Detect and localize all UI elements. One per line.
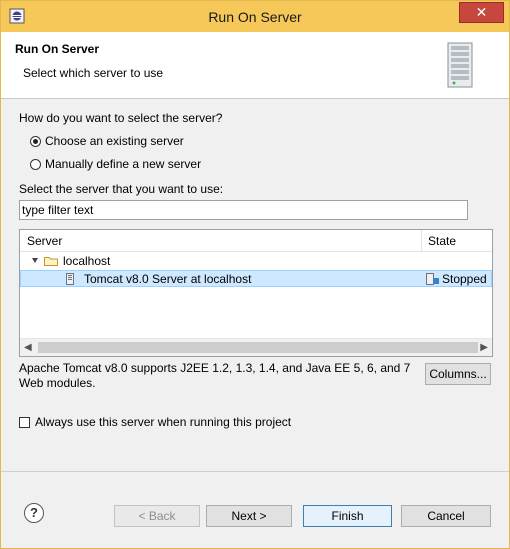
button-bar-divider: [1, 471, 509, 472]
wizard-header: Run On Server Select which server to use: [1, 32, 509, 99]
tree-row-localhost[interactable]: localhost: [20, 253, 492, 270]
tree-row-tomcat[interactable]: Tomcat v8.0 Server at localhost Stopped: [20, 270, 492, 287]
radio-choose-existing[interactable]: Choose an existing server: [30, 134, 184, 148]
server-description: Apache Tomcat v8.0 supports J2EE 1.2, 1.…: [19, 361, 411, 390]
back-button[interactable]: < Back: [114, 505, 200, 527]
title-bar[interactable]: Run On Server ✕: [1, 1, 509, 32]
radio-unselected-icon: [30, 158, 41, 170]
scroll-thumb[interactable]: [38, 342, 478, 353]
window-title: Run On Server: [208, 9, 302, 25]
page-subtitle: Select which server to use: [23, 66, 164, 80]
server-tower-icon: [447, 42, 473, 88]
folder-icon: [44, 257, 58, 266]
radio-existing-label: Choose an existing server: [45, 134, 184, 148]
wizard-body: How do you want to select the server? Ch…: [1, 99, 509, 548]
selection-question: How do you want to select the server?: [19, 111, 223, 125]
columns-button[interactable]: Columns...: [425, 363, 491, 385]
radio-manual-define[interactable]: Manually define a new server: [30, 157, 201, 171]
finish-button[interactable]: Finish: [303, 505, 392, 527]
server-tree[interactable]: Server State localhost Tomcat v8.0 Serve…: [19, 229, 493, 357]
always-use-label: Always use this server when running this…: [35, 415, 292, 429]
close-icon: ✕: [475, 4, 488, 20]
page-title: Run On Server: [15, 42, 100, 56]
filter-input[interactable]: type filter text: [19, 200, 468, 220]
next-button[interactable]: Next >: [206, 505, 292, 527]
run-on-server-dialog: Run On Server ✕ Run On Server Select whi…: [0, 0, 510, 549]
scroll-right-icon[interactable]: ▶: [480, 342, 488, 353]
checkbox-unchecked-icon: [19, 416, 30, 428]
column-header-state[interactable]: State: [428, 234, 456, 248]
always-use-checkbox[interactable]: Always use this server when running this…: [19, 415, 291, 429]
server-state-label: Stopped: [442, 272, 487, 286]
scroll-left-icon[interactable]: ◀: [24, 342, 32, 353]
tree-item-label: localhost: [63, 254, 111, 268]
horizontal-scrollbar[interactable]: ◀ ▶: [20, 338, 492, 356]
tree-item-label: Tomcat v8.0 Server at localhost: [84, 272, 252, 286]
column-header-server[interactable]: Server: [27, 234, 62, 248]
stopped-state-icon: [426, 273, 439, 285]
cancel-button[interactable]: Cancel: [401, 505, 491, 527]
tree-header: Server State: [20, 230, 492, 252]
window-close-button[interactable]: ✕: [459, 2, 504, 23]
radio-selected-icon: [30, 135, 41, 147]
expand-arrow-icon[interactable]: [32, 258, 38, 263]
column-divider[interactable]: [421, 230, 422, 251]
server-icon: [66, 273, 74, 285]
help-icon[interactable]: ?: [24, 503, 44, 523]
radio-manual-label: Manually define a new server: [45, 157, 202, 171]
server-list-label: Select the server that you want to use:: [19, 182, 224, 196]
